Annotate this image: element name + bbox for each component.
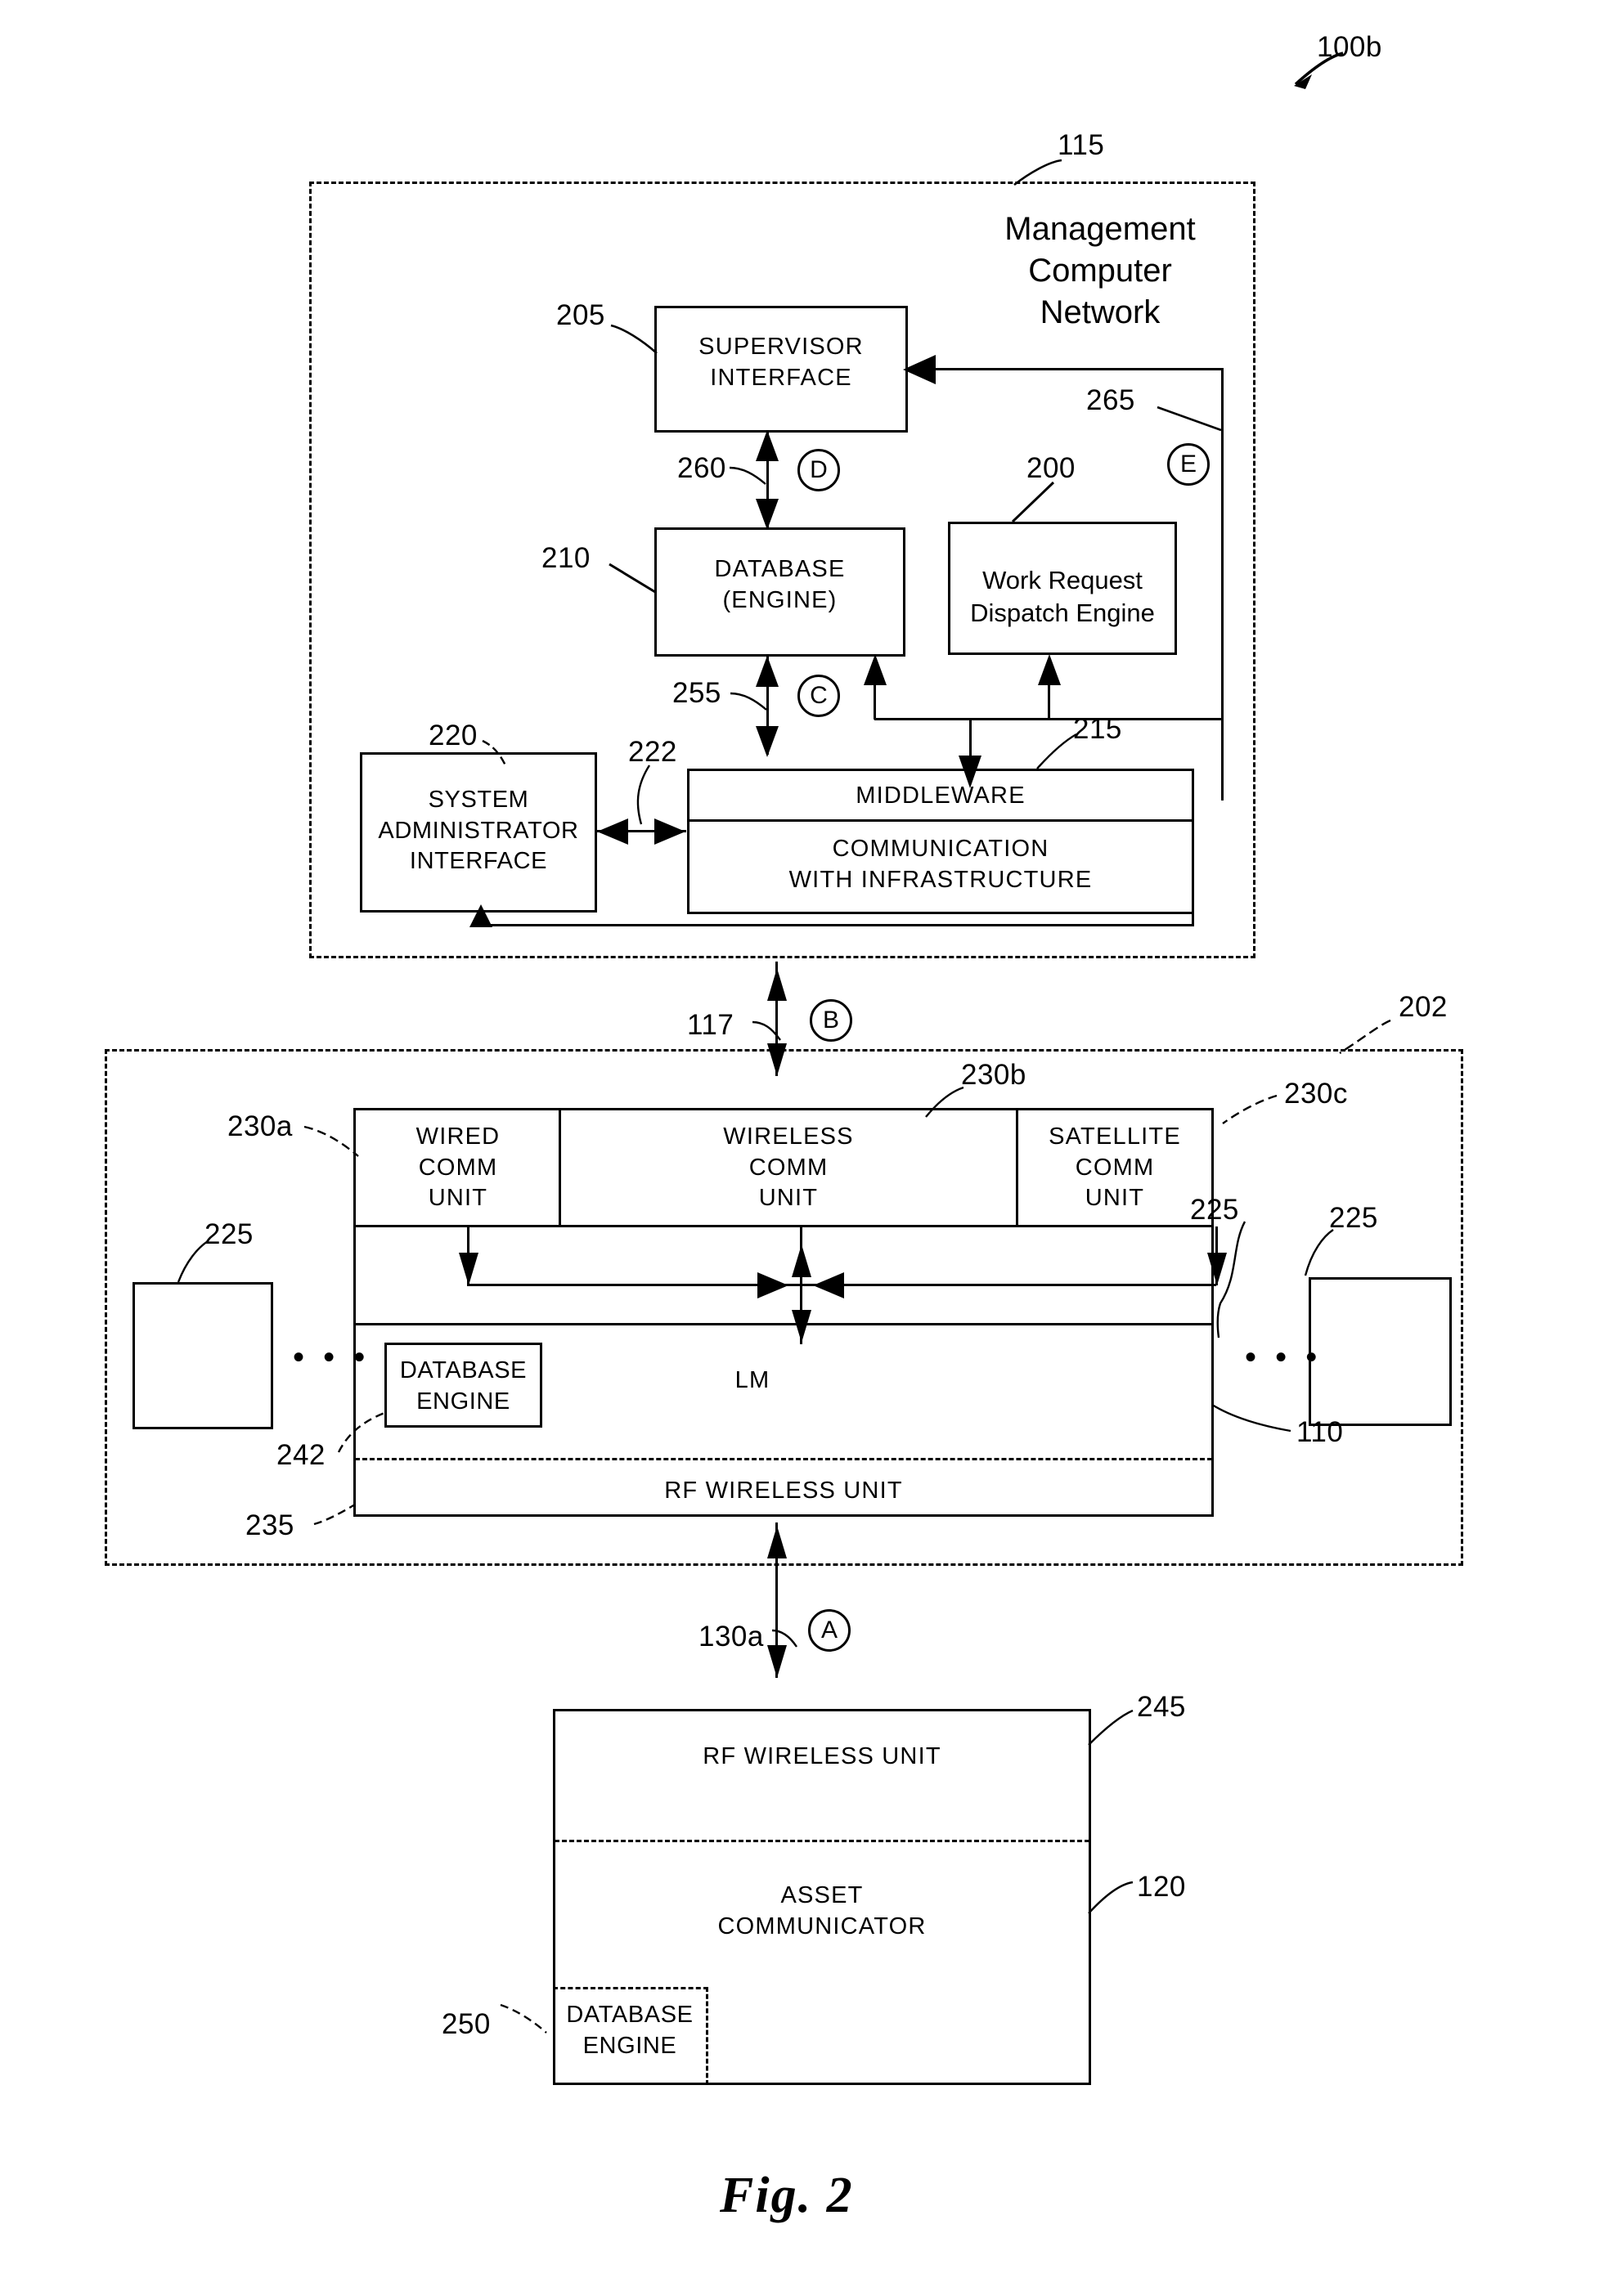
asset-communicator-label: ASSET COMMUNICATOR: [717, 1882, 927, 1939]
work-request-dispatch-engine-ref-leader: [1011, 481, 1055, 523]
dispatch-return-arrowhead: [903, 355, 936, 384]
wired-comm-unit-ref-label: 230a: [227, 1110, 293, 1142]
admin-middleware-arrowhead-left: [597, 818, 628, 845]
comm-unit-row-divider: [355, 1225, 1212, 1227]
marker-a-circle: A: [808, 1609, 851, 1652]
middleware-ref-leader: [1036, 733, 1077, 769]
database-engine-ref-label: 210: [541, 542, 591, 574]
infrastructure-ref-label: 202: [1399, 991, 1448, 1023]
system-administrator-interface-ref-label: 220: [429, 720, 478, 751]
lm-rf-divider: [355, 1458, 1212, 1460]
lm-label: LM: [734, 1367, 770, 1393]
supervisor-interface-ref-leader: [610, 324, 658, 354]
dispatch-return-ref-label: 265: [1086, 384, 1135, 416]
figure-caption: Fig. 2: [720, 2168, 854, 2223]
supervisor-interface-label: SUPERVISOR INTERFACE: [698, 334, 864, 391]
comm-bus-arrow-center-right: [813, 1272, 844, 1298]
asset-container-ref-leader: [1088, 1881, 1134, 1914]
link-130a-ref-leader: [771, 1629, 797, 1648]
middleware-to-admin-return-line: [479, 924, 1194, 926]
asset-rf-divider: [555, 1840, 1089, 1842]
link-222-ref-leader: [636, 765, 651, 825]
database-middleware-arrowhead-down: [756, 726, 779, 757]
middleware-bus-arrow-to-database: [864, 654, 887, 685]
asset-rf-wireless-unit-ref-label: 245: [1137, 1691, 1186, 1723]
peripheral-unit-right-box: [1309, 1277, 1452, 1426]
link-255-ref-leader: [730, 692, 767, 711]
system-ref-leader-arrow: [1294, 52, 1344, 89]
management-network-ref-leader: [1013, 159, 1062, 186]
comm-bus-arrow-center-down: [792, 1310, 811, 1343]
wireless-comm-unit-label: WIRELESS COMM UNIT: [723, 1123, 854, 1212]
comm-bus-arrow-center-left: [757, 1272, 788, 1298]
system-administrator-interface-ref-leader: [482, 739, 507, 766]
wireless-comm-unit-ref-leader: [925, 1086, 964, 1118]
marker-e-circle: E: [1167, 443, 1210, 486]
infrastructure-database-engine-label: DATABASE ENGINE: [399, 1357, 528, 1415]
link-222-ref-label: 222: [628, 736, 677, 768]
work-request-dispatch-engine-ref-label: 200: [1026, 452, 1076, 484]
satellite-comm-unit-ref-leader: [1222, 1094, 1278, 1124]
marker-c-circle: C: [797, 675, 840, 717]
peripheral-unit-left-ref-leader: [177, 1240, 209, 1283]
link-130a-ref-label: 130a: [698, 1621, 764, 1652]
peripheral-unit-left-ellipsis: • • •: [293, 1339, 371, 1375]
link-260-ref-label: 260: [677, 452, 726, 484]
peripheral-unit-right-ref-leader-inner: [1216, 1221, 1246, 1339]
lm-unit-ref-leader: [1211, 1403, 1291, 1433]
middleware-bus-arrow-to-dispatch: [1038, 654, 1061, 685]
dispatch-return-ref-leader: [1157, 406, 1222, 432]
link-117-ref-label: 117: [687, 1009, 734, 1041]
peripheral-unit-left-box: [133, 1282, 273, 1429]
infrastructure-rf-wireless-unit-label: RF WIRELESS UNIT: [664, 1478, 903, 1504]
comm-bus-arrow-wired: [459, 1253, 478, 1285]
patent-figure-page: 100b 115 Management Computer Network SUP…: [0, 0, 1617, 2296]
link-117-ref-leader: [752, 1020, 781, 1041]
wireless-comm-unit-ref-label: 230b: [961, 1059, 1026, 1091]
asset-container-ref-label: 120: [1137, 1871, 1186, 1903]
database-engine-label: DATABASE (ENGINE): [714, 556, 846, 613]
satellite-comm-unit-label: SATELLITE COMM UNIT: [1049, 1123, 1181, 1212]
wired-comm-unit-ref-leader: [303, 1125, 359, 1157]
infrastructure-ref-leader: [1339, 1019, 1391, 1055]
link-260-ref-leader: [729, 466, 766, 485]
infrastructure-asset-arrowhead-up: [767, 1526, 787, 1558]
middleware-divider: [689, 819, 1193, 822]
infrastructure-rf-wireless-unit-ref-label: 235: [245, 1509, 294, 1541]
peripheral-unit-right-ellipsis: • • •: [1245, 1339, 1323, 1375]
infrastructure-database-engine-ref-label: 242: [276, 1439, 326, 1471]
database-engine-ref-leader: [609, 563, 656, 594]
marker-d-circle: D: [797, 449, 840, 491]
middleware-sublabel: COMMUNICATION WITH INFRASTRUCTURE: [788, 836, 1093, 893]
infrastructure-rf-wireless-unit-ref-leader: [313, 1503, 356, 1526]
supervisor-interface-ref-label: 205: [556, 299, 605, 331]
infrastructure-database-engine-ref-leader: [337, 1411, 385, 1453]
management-network-title: Management Computer Network: [1004, 211, 1196, 331]
database-middleware-arrowhead-up: [756, 656, 779, 687]
dispatch-return-horizontal-line: [932, 368, 1224, 370]
satellite-comm-unit-ref-label: 230c: [1284, 1078, 1348, 1110]
network-infrastructure-arrowhead-up: [767, 968, 787, 1001]
asset-database-engine-label: DATABASE ENGINE: [566, 2002, 694, 2059]
work-request-dispatch-engine-label: Work Request Dispatch Engine: [970, 566, 1155, 628]
asset-database-engine-ref-leader: [500, 2003, 547, 2034]
middleware-to-admin-arrowhead: [469, 904, 492, 927]
asset-rf-wireless-unit-label: RF WIRELESS UNIT: [703, 1743, 941, 1769]
asset-database-engine-ref-label: 250: [442, 2008, 491, 2040]
system-administrator-interface-label: SYSTEM ADMINISTRATOR INTERFACE: [378, 787, 579, 875]
marker-b-circle: B: [810, 999, 852, 1042]
wired-comm-unit-label: WIRED COMM UNIT: [415, 1123, 501, 1212]
middleware-to-admin-return-right: [1192, 914, 1194, 926]
supervisor-database-arrowhead-up: [756, 430, 779, 461]
peripheral-unit-right-ref-leader-outer: [1304, 1229, 1334, 1276]
supervisor-database-arrowhead-down: [756, 499, 779, 530]
link-255-ref-label: 255: [672, 677, 721, 709]
lm-section-top-rule: [355, 1323, 1212, 1325]
middleware-label: MIDDLEWARE: [856, 783, 1026, 809]
asset-rf-wireless-unit-ref-leader: [1088, 1709, 1134, 1746]
